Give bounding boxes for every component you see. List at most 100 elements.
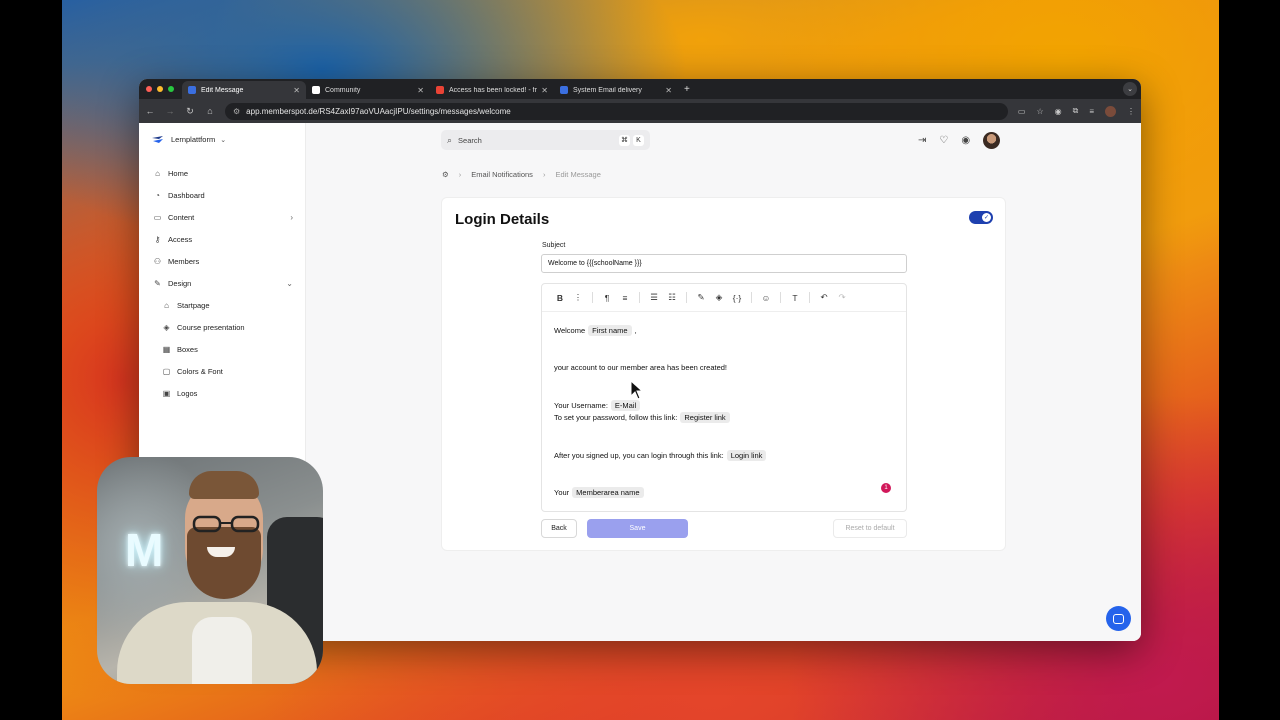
variable-chip[interactable]: Memberarea name — [572, 487, 644, 499]
numbered-list-icon[interactable]: ☷ — [663, 291, 681, 305]
browser-toolbar: ← → ↻ ⌂ ⚙ app.memberspot.de/RS4ZaxI97aoV… — [139, 99, 1141, 123]
webcam-person-glasses — [192, 515, 260, 533]
community-favicon-icon — [312, 86, 320, 94]
sidebar-item-content[interactable]: ▭ Content › — [139, 206, 305, 228]
minimize-window-button[interactable] — [157, 86, 163, 92]
extension-camera-icon[interactable]: ◉ — [1055, 107, 1062, 116]
variable-chip[interactable]: E-Mail — [610, 399, 641, 411]
user-avatar[interactable] — [983, 132, 1001, 149]
profile-avatar-icon[interactable] — [1105, 105, 1116, 117]
variable-icon[interactable]: {·} — [728, 291, 746, 305]
chevron-down-icon: ⌄ — [286, 278, 293, 288]
bold-icon[interactable]: B — [551, 291, 569, 305]
sidebar-item-startpage[interactable]: ⌂ Startpage — [139, 294, 305, 316]
sidebar-item-design[interactable]: ✎ Design ⌄ — [139, 272, 305, 294]
address-bar[interactable]: ⚙ app.memberspot.de/RS4ZaxI97aoVUAacjIPU… — [225, 102, 1008, 120]
eye-icon[interactable]: ◉ — [961, 135, 970, 146]
body-text: your account to our member area has been… — [554, 363, 728, 373]
check-icon: ✓ — [982, 213, 991, 222]
palette-icon: ▢ — [162, 366, 171, 376]
message-enabled-toggle[interactable]: ✓ — [969, 211, 993, 224]
body-text: Your — [554, 488, 570, 498]
pencil-icon[interactable]: ✎ — [692, 291, 710, 305]
body-line: To set your password, follow this link: … — [554, 412, 894, 425]
paragraph-icon[interactable]: ¶ — [598, 291, 616, 305]
close-tab-icon[interactable]: ✕ — [417, 86, 424, 95]
variable-chip[interactable]: Register link — [680, 412, 730, 424]
media-icon[interactable]: ≡ — [1089, 107, 1094, 116]
redo-icon[interactable]: ↷ — [833, 291, 851, 305]
rich-text-editor[interactable]: B ⋮ ¶ ≡ ☰ ☷ ✎ ◈ {·} ☺ T ↶ ↷ Welcome Firs… — [541, 283, 907, 512]
sidebar-item-course-presentation[interactable]: ◈ Course presentation — [139, 316, 305, 338]
sidebar-item-dashboard[interactable]: ◔ Dashboard — [139, 184, 305, 206]
sidebar-item-home[interactable]: ⌂ Home — [139, 162, 305, 184]
extensions-puzzle-icon[interactable]: ⧉ — [1073, 106, 1079, 116]
sidebar-item-boxes[interactable]: ▦ Boxes — [139, 338, 305, 360]
bullet-list-icon[interactable]: ☰ — [645, 291, 663, 305]
tab-system-email[interactable]: System Email delivery ✕ — [554, 81, 678, 99]
memberspot-favicon-icon — [560, 86, 568, 94]
tab-community[interactable]: Community ✕ — [306, 81, 430, 99]
cast-icon[interactable]: ▭ — [1018, 107, 1026, 116]
breadcrumb-email-notifications[interactable]: Email Notifications — [471, 170, 533, 179]
back-arrow-icon[interactable]: ← — [145, 106, 155, 116]
tab-label: Community — [325, 86, 361, 94]
webcam-overlay: M — [97, 457, 323, 684]
save-button[interactable]: Save — [587, 519, 688, 538]
settings-gear-icon[interactable]: ⚙ — [442, 170, 449, 179]
body-line: After you signed up, you can login throu… — [554, 449, 894, 462]
search-input[interactable]: ⌕ Search ⌘ K — [441, 130, 650, 150]
sidebar-item-label: Content — [168, 212, 195, 222]
reload-icon[interactable]: ↻ — [185, 106, 195, 117]
sidebar-item-access[interactable]: ⚷ Access — [139, 228, 305, 250]
lightbulb-icon[interactable]: ♡ — [939, 135, 948, 146]
tab-access-locked[interactable]: Access has been locked! - fr... ✕ — [430, 81, 554, 99]
undo-icon[interactable]: ↶ — [815, 291, 833, 305]
sidebar-item-label: Startpage — [177, 300, 210, 310]
workspace-switcher[interactable]: Lernplattform ⌄ — [139, 135, 305, 144]
brand-logo-icon — [152, 136, 163, 143]
close-tab-icon[interactable]: ✕ — [293, 86, 300, 95]
close-tab-icon[interactable]: ✕ — [665, 86, 672, 95]
letterbox-right — [1219, 0, 1280, 720]
variable-chip[interactable]: Login link — [726, 449, 767, 461]
tab-search-chevron-icon[interactable]: ⌄ — [1123, 82, 1137, 96]
align-left-icon[interactable]: ≡ — [616, 291, 634, 305]
editor-toolbar: B ⋮ ¶ ≡ ☰ ☷ ✎ ◈ {·} ☺ T ↶ ↷ — [542, 284, 906, 312]
browser-menu-icon[interactable]: ⋮ — [1127, 107, 1135, 116]
mouse-cursor-icon — [630, 380, 644, 400]
tab-label: System Email delivery — [573, 86, 642, 94]
notification-badge[interactable]: 1 — [881, 483, 891, 493]
more-options-icon[interactable]: ⋮ — [569, 291, 587, 305]
sidebar-item-logos[interactable]: ▣ Logos — [139, 382, 305, 404]
editor-content[interactable]: Welcome First name , your account to our… — [542, 312, 906, 511]
clear-format-icon[interactable]: T — [786, 291, 804, 305]
back-button[interactable]: Back — [541, 519, 577, 538]
paint-bucket-icon[interactable]: ◈ — [710, 291, 728, 305]
chevron-down-icon: ⌄ — [220, 136, 227, 144]
main-content: ⌕ Search ⌘ K ⇥ ♡ ◉ ⚙ › Email Notificatio… — [306, 123, 1141, 641]
sidebar-item-members[interactable]: ⚇ Members — [139, 250, 305, 272]
bookmark-star-icon[interactable]: ☆ — [1036, 107, 1043, 116]
subject-input[interactable]: Welcome to {{{schoolName }}} — [541, 254, 907, 273]
exit-icon[interactable]: ⇥ — [918, 135, 926, 146]
maximize-window-button[interactable] — [168, 86, 174, 92]
breadcrumb-current: Edit Message — [555, 170, 601, 179]
variable-chip[interactable]: First name — [588, 324, 632, 336]
window-controls — [146, 86, 174, 92]
chat-support-button[interactable] — [1106, 606, 1131, 631]
close-tab-icon[interactable]: ✕ — [541, 86, 548, 95]
new-tab-icon[interactable]: + — [684, 84, 690, 95]
tab-edit-message[interactable]: Edit Message ✕ — [182, 81, 306, 99]
site-settings-icon[interactable]: ⚙ — [233, 107, 240, 116]
dashboard-icon: ◔ — [155, 190, 160, 200]
emoji-icon[interactable]: ☺ — [757, 291, 775, 305]
home-icon[interactable]: ⌂ — [205, 106, 215, 116]
sidebar-item-colors-font[interactable]: ▢ Colors & Font — [139, 360, 305, 382]
close-window-button[interactable] — [146, 86, 152, 92]
webcam-person-beard — [187, 527, 261, 599]
forward-arrow-icon[interactable]: → — [165, 106, 175, 116]
reset-to-default-button[interactable]: Reset to default — [833, 519, 907, 538]
